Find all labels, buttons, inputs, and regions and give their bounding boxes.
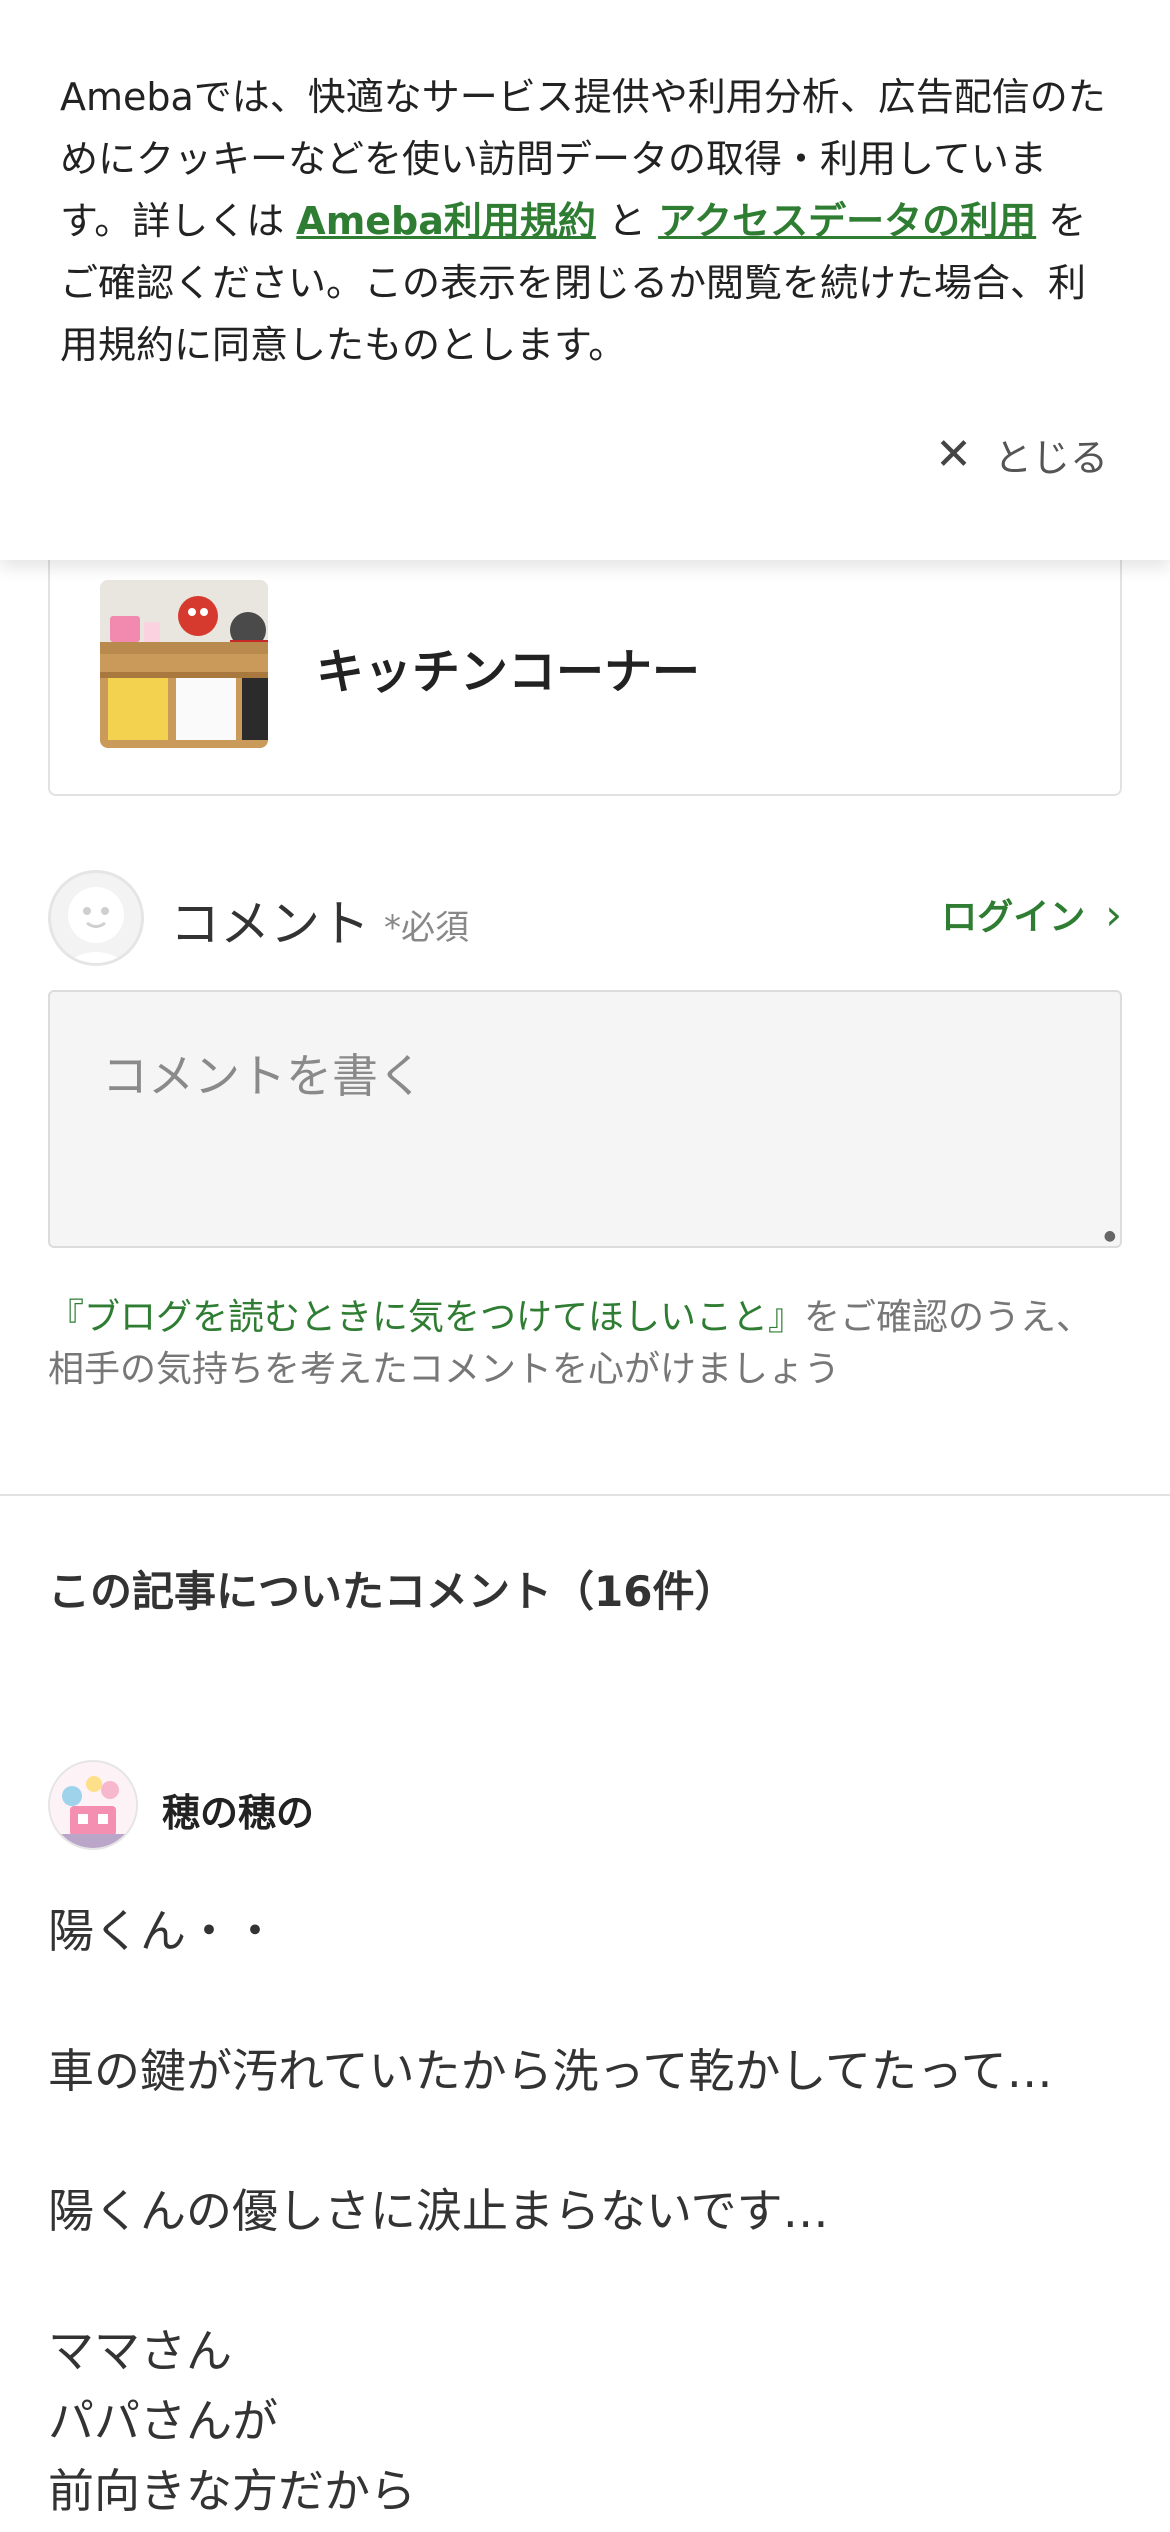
chevron-right-icon: › <box>1105 889 1122 939</box>
avatar <box>48 1760 138 1850</box>
comment-line <box>48 2246 1128 2316</box>
comment-line: ママさん <box>48 2324 232 2378</box>
close-icon: ✕ <box>935 428 972 480</box>
comment-line: 陽くんの優しさに涙止まらないです… <box>48 2184 829 2238</box>
required-mark: *必須 <box>384 908 469 948</box>
comment-guideline: 『ブログを読むときに気をつけてほしいこと』をご確認のうえ、相手の気持ちを考えたコ… <box>48 1292 1128 1396</box>
comment-user-name: 穂の穂の <box>162 1791 315 1835</box>
login-link[interactable]: ログイン › <box>941 888 1122 940</box>
resize-handle-icon[interactable]: ● <box>1104 1228 1116 1244</box>
comment-line: 車の鍵が汚れていたから洗って乾かしてたって… <box>48 2044 1053 2098</box>
cookie-notice-text: Amebaでは、快適なサービス提供や利用分析、広告配信のためにクッキーなどを使い… <box>60 66 1110 376</box>
cookie-banner: Amebaでは、快適なサービス提供や利用分析、広告配信のためにクッキーなどを使い… <box>0 0 1170 560</box>
login-label: ログイン <box>941 897 1086 938</box>
cookie-text-part: と <box>595 199 659 243</box>
comment-line: パパさんが <box>48 2394 278 2448</box>
comments-section-title: この記事についたコメント（16件） <box>48 1567 737 1616</box>
comment-line <box>48 2106 1128 2176</box>
comment-input[interactable]: コメントを書く ● <box>48 990 1122 1248</box>
comment-body: 陽くん・・ 車の鍵が汚れていたから洗って乾かしてたって… 陽くんの優しさに涙止ま… <box>48 1896 1128 2526</box>
section-divider <box>0 1494 1170 1496</box>
default-avatar-icon <box>48 870 144 966</box>
comment-line: 陽くん・・ <box>48 1904 278 1958</box>
entry-title: キッチンコーナー <box>316 644 701 700</box>
comment-line: 前向きな方だから <box>48 2464 416 2518</box>
comment-form-header: コメント *必須 ログイン › <box>48 870 1122 966</box>
terms-link[interactable]: Ameba利用規約 <box>296 199 596 243</box>
comment-placeholder: コメントを書く <box>102 1049 424 1103</box>
comment-line <box>48 1966 1128 2036</box>
comment-label: コメント <box>170 895 370 953</box>
entry-thumbnail <box>100 580 268 748</box>
access-data-link[interactable]: アクセスデータの利用 <box>658 199 1036 243</box>
close-label: とじる <box>993 435 1108 480</box>
cookie-close-button[interactable]: ✕ とじる <box>935 424 1108 484</box>
guideline-link[interactable]: 『ブログを読むときに気をつけてほしいこと』 <box>48 1297 804 1338</box>
